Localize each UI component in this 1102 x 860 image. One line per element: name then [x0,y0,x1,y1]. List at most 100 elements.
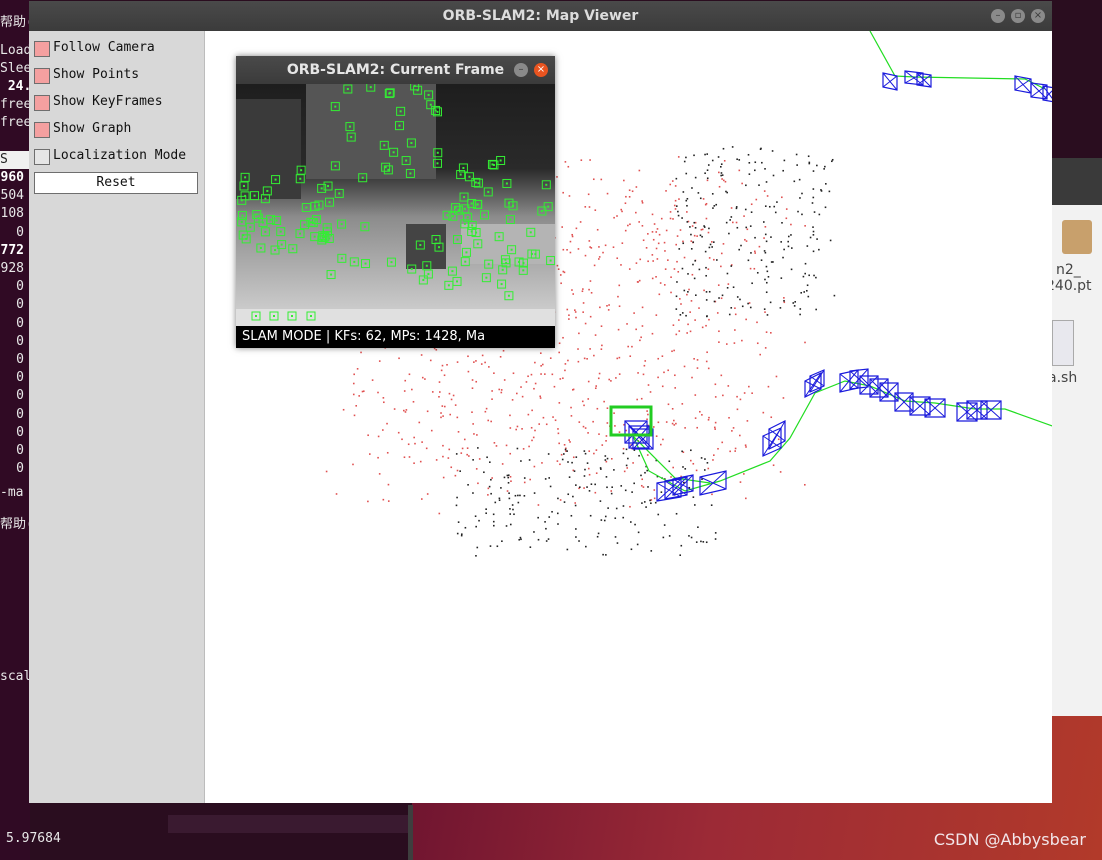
map-point [529,478,531,481]
localization-mode-checkbox[interactable]: Localization Mode [34,147,204,167]
map-point [702,198,705,200]
reference-map-point [717,156,720,158]
map-point [557,432,560,435]
reference-map-point [740,244,742,247]
close-icon[interactable]: × [534,63,548,77]
current-frame-titlebar[interactable]: ORB-SLAM2: Current Frame – × [236,56,555,84]
map-point [597,377,600,380]
reference-map-point [718,297,720,299]
reference-map-point [528,459,531,461]
map-point [690,240,693,242]
reference-map-point [575,536,577,538]
show-points-checkbox[interactable]: Show Points [34,66,204,86]
map-point [583,357,586,360]
terminal-fragment: scal [0,669,32,684]
terminal-number: 960 [0,170,24,185]
map-point [471,411,473,414]
reference-map-point [508,492,510,495]
show-keyframes-checkbox[interactable]: Show KeyFrames [34,93,204,113]
reference-map-point [700,540,702,543]
reference-map-point [605,476,608,478]
reference-map-point [702,541,705,543]
archive-file-icon[interactable] [1062,220,1092,254]
map-point [473,433,475,435]
orb-feature-point [547,205,550,208]
orb-feature-point [340,223,343,226]
reference-map-point [711,159,714,162]
reference-map-point [704,250,707,253]
map-point [608,378,611,381]
close-icon[interactable]: × [1031,9,1045,23]
map-point [644,360,647,362]
checkbox-box[interactable] [34,68,50,84]
map-point [539,397,542,399]
map-point [626,467,629,469]
reset-button[interactable]: Reset [34,172,198,194]
map-point [511,399,514,401]
map-point [564,369,566,372]
follow-camera-checkbox[interactable]: Follow Camera [34,39,204,59]
map-point [686,332,688,334]
map-point [703,289,705,292]
orb-feature-point [388,92,391,95]
map-point [754,250,756,253]
reference-map-point [764,168,766,170]
reference-map-point [750,211,753,213]
map-point [651,213,654,216]
minimize-icon[interactable]: – [991,9,1005,23]
terminal-number: 0 [16,279,24,295]
map-point [662,438,664,441]
map-point [456,361,459,363]
orb-feature-point [500,283,503,286]
reference-map-point [690,233,692,236]
terminal-number: 772 [0,242,24,258]
maximize-icon[interactable]: ▫ [1011,9,1025,23]
script-file-icon[interactable] [1052,320,1074,366]
map-point [414,442,416,445]
reference-map-point [557,523,559,525]
map-point [567,359,569,362]
map-point [571,235,574,238]
map-point [557,268,560,270]
reference-map-point [685,199,688,202]
checkbox-box[interactable] [34,41,50,57]
map-point [637,281,639,283]
reference-map-point [720,165,722,168]
map-point [569,251,572,254]
reference-map-point [477,447,479,449]
reference-map-point [693,277,696,280]
map-point [748,302,751,304]
checkbox-box[interactable] [34,149,50,165]
reference-map-point [711,246,713,248]
map-point [734,313,737,316]
reference-map-point [490,478,492,481]
frame-status-bar: SLAM MODE | KFs: 62, MPs: 1428, Ma [236,326,555,348]
show-graph-checkbox[interactable]: Show Graph [34,120,204,140]
map-point [531,409,533,412]
reference-map-point [694,226,697,229]
reference-map-point [660,491,663,493]
reference-map-point [537,538,540,541]
map-point [569,441,571,443]
map-point [694,417,697,419]
map-point [594,334,597,336]
map-point [426,410,429,413]
reference-map-point [486,456,488,459]
orb-feature-point [399,110,402,113]
orb-feature-point [435,238,438,241]
map-point [673,349,675,352]
map-point [643,364,646,367]
minimize-icon[interactable]: – [514,63,528,77]
orb-feature-point [462,166,465,169]
map-point [674,185,677,187]
map-point [655,276,657,278]
checkbox-box[interactable] [34,122,50,138]
map-point [587,193,590,196]
orb-feature-point [326,226,329,229]
map-viewer-titlebar[interactable]: ORB-SLAM2: Map Viewer – ▫ × [29,1,1052,31]
map-point [734,447,737,450]
map-point [717,284,720,286]
reference-map-point [711,193,714,195]
checkbox-box[interactable] [34,95,50,111]
map-point [646,410,648,412]
